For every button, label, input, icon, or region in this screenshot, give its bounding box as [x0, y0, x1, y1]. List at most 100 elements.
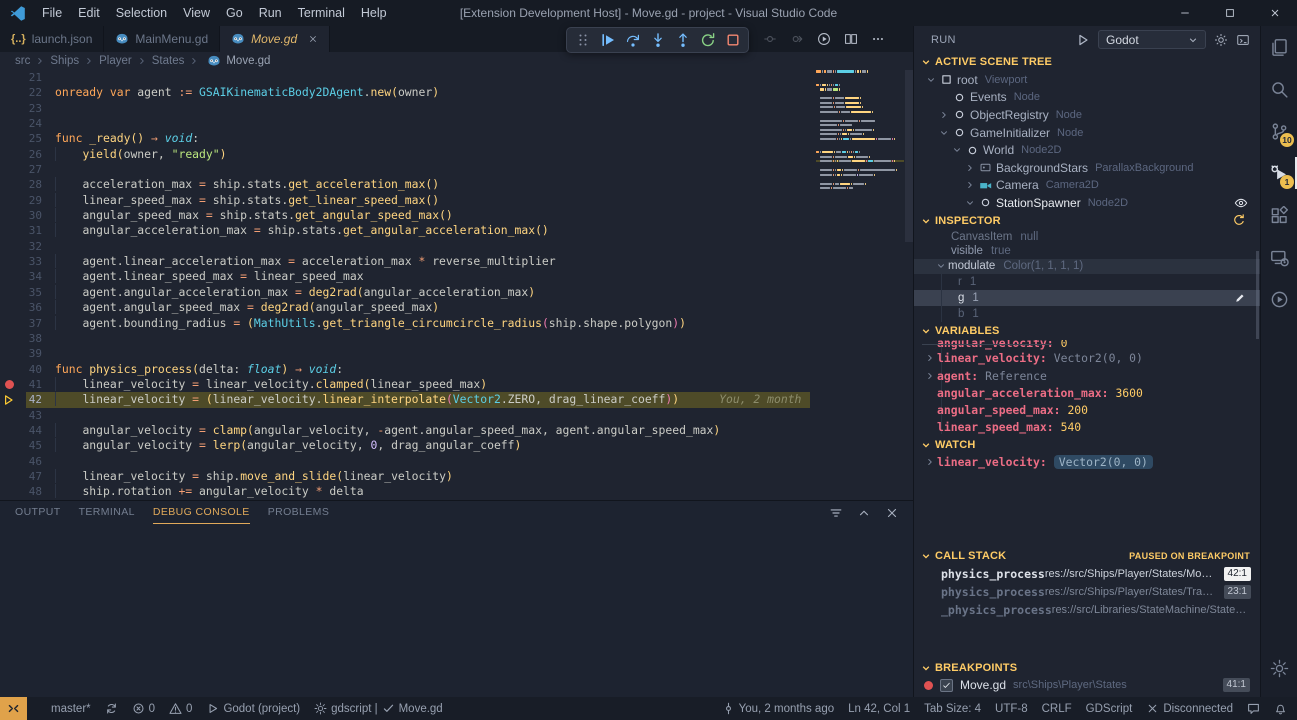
variable-angular_speed_max[interactable]: angular_speed_max:200 — [914, 401, 1260, 418]
restart-button[interactable] — [695, 29, 720, 51]
code-line-21[interactable]: 21 — [0, 70, 913, 85]
inspector-row-g[interactable]: g1 — [914, 290, 1260, 306]
panel-tab-debug-console[interactable]: DEBUG CONSOLE — [153, 501, 250, 524]
code-line-35[interactable]: 35 agent.angular_acceleration_max = deg2… — [0, 285, 913, 300]
scene-node-StationSpawner[interactable]: StationSpawnerNode2D — [914, 194, 1260, 212]
stack-frame-_physics_process[interactable]: _physics_processres://src/Libraries/Stat… — [914, 601, 1260, 619]
chevron-right-icon[interactable] — [922, 371, 937, 381]
debug-settings-gear-icon[interactable] — [1214, 33, 1228, 47]
panel-tab-problems[interactable]: PROBLEMS — [268, 501, 330, 524]
maximize-panel-icon[interactable] — [857, 506, 871, 520]
code-line-23[interactable]: 23 — [0, 101, 913, 116]
breakpoint-dot[interactable] — [5, 380, 14, 389]
menu-view[interactable]: View — [175, 0, 218, 26]
status-item[interactable]: GDScript — [1086, 697, 1133, 720]
code-line-48[interactable]: 48 ship.rotation += angular_velocity * d… — [0, 484, 913, 499]
scene-node-GameInitializer[interactable]: GameInitializerNode — [914, 124, 1260, 142]
menu-edit[interactable]: Edit — [70, 0, 108, 26]
stop-button[interactable] — [720, 29, 745, 51]
scene-node-Camera[interactable]: CameraCamera2D — [914, 177, 1260, 195]
code-line-27[interactable]: 27 — [0, 162, 913, 177]
code-line-42[interactable]: 42 linear_velocity = (linear_velocity.li… — [0, 392, 913, 407]
start-debugging-button[interactable] — [1076, 33, 1090, 47]
code-line-31[interactable]: 31 angular_acceleration_max = ship.stats… — [0, 223, 913, 238]
inspector-row-visible[interactable]: visibletrue — [914, 243, 1260, 259]
code-line-44[interactable]: 44 angular_velocity = clamp(angular_velo… — [0, 423, 913, 438]
inspector-row-modulate[interactable]: modulateColor(1, 1, 1, 1) — [914, 259, 1260, 275]
launch-config-dropdown[interactable]: Godot — [1098, 30, 1206, 49]
gutter-margin[interactable] — [0, 380, 18, 389]
menu-go[interactable]: Go — [218, 0, 251, 26]
stepout-button[interactable] — [670, 29, 695, 51]
code-editor[interactable]: 2122onready var agent := GSAIKinematicBo… — [0, 70, 913, 500]
panel-tab-output[interactable]: OUTPUT — [15, 501, 61, 524]
scene-node-BackgroundStars[interactable]: BackgroundStarsParallaxBackground — [914, 159, 1260, 177]
panel-tab-terminal[interactable]: TERMINAL — [79, 501, 135, 524]
code-line-46[interactable]: 46 — [0, 454, 913, 469]
code-line-39[interactable]: 39 — [0, 346, 913, 361]
code-line-32[interactable]: 32 — [0, 239, 913, 254]
refresh-icon[interactable] — [1232, 213, 1246, 227]
menu-help[interactable]: Help — [353, 0, 395, 26]
status-item[interactable]: UTF-8 — [995, 697, 1028, 720]
code-line-43[interactable]: 43 — [0, 408, 913, 423]
code-line-25[interactable]: 25func _ready() → void: — [0, 131, 913, 146]
status-item[interactable] — [0, 697, 27, 720]
status-item[interactable]: CRLF — [1042, 697, 1072, 720]
runcircle-action-icon[interactable] — [817, 32, 831, 46]
tab-MainMenu.gd[interactable]: MainMenu.gd — [104, 26, 220, 52]
inspector-row-b[interactable]: b1 — [914, 306, 1260, 322]
code-line-36[interactable]: 36 agent.angular_speed_max = deg2rad(ang… — [0, 300, 913, 315]
stepinto-button[interactable] — [645, 29, 670, 51]
chevron-down-icon[interactable] — [937, 128, 951, 138]
stack-frame-physics_process[interactable]: physics_processres://src/Ships/Player/St… — [914, 583, 1260, 601]
activity-test[interactable] — [1261, 278, 1297, 320]
status-item[interactable]: master* — [47, 697, 91, 720]
code-line-41[interactable]: 41 linear_velocity = linear_velocity.cla… — [0, 377, 913, 392]
more-action-icon[interactable] — [871, 32, 885, 46]
status-item[interactable] — [1247, 697, 1260, 720]
code-line-22[interactable]: 22onready var agent := GSAIKinematicBody… — [0, 85, 913, 100]
minimap[interactable] — [816, 66, 904, 246]
code-line-24[interactable]: 24 — [0, 116, 913, 131]
breakpoint-checkbox[interactable] — [940, 679, 953, 692]
breadcrumb-item[interactable]: Ships — [50, 55, 79, 67]
tab-launch.json[interactable]: {..}launch.json — [0, 26, 104, 52]
continue-button[interactable] — [595, 29, 620, 51]
scene-node-Events[interactable]: EventsNode — [914, 89, 1260, 107]
stepover-button[interactable] — [620, 29, 645, 51]
code-line-26[interactable]: 26 yield(owner, "ready") — [0, 147, 913, 162]
section-inspector[interactable]: INSPECTOR — [914, 212, 1260, 230]
chevron-down-icon[interactable] — [924, 75, 938, 85]
variable-linear_speed_max[interactable]: linear_speed_max:540 — [914, 418, 1260, 435]
status-item[interactable]: You, 2 months ago — [722, 697, 834, 720]
section-call-stack[interactable]: CALL STACK PAUSED ON BREAKPOINT — [914, 547, 1260, 565]
close-tab-icon[interactable] — [308, 34, 318, 44]
inspector-row-CanvasItem[interactable]: CanvasItemnull — [914, 230, 1260, 243]
code-line-38[interactable]: 38 — [0, 331, 913, 346]
code-line-45[interactable]: 45 angular_velocity = lerp(angular_veloc… — [0, 438, 913, 453]
scene-node-ObjectRegistry[interactable]: ObjectRegistryNode — [914, 106, 1260, 124]
close-window-button[interactable] — [1252, 0, 1297, 26]
filter-icon[interactable] — [829, 506, 843, 520]
watch-linear_velocity[interactable]: linear_velocity:Vector2(0, 0) — [914, 454, 1260, 471]
breakpoint-row-Move.gd[interactable]: Move.gdsrc\Ships\Player\States41:1 — [914, 677, 1260, 694]
chevron-right-icon[interactable] — [922, 353, 937, 363]
chevron-right-icon[interactable] — [963, 180, 977, 190]
eye-icon[interactable] — [1234, 196, 1248, 210]
maximize-button[interactable] — [1207, 0, 1252, 26]
menu-terminal[interactable]: Terminal — [290, 0, 353, 26]
menu-selection[interactable]: Selection — [108, 0, 175, 26]
status-item[interactable]: 0 — [132, 697, 155, 720]
status-item[interactable]: Disconnected — [1146, 697, 1233, 720]
chevron-right-icon[interactable] — [937, 110, 951, 120]
tab-Move.gd[interactable]: Move.gd — [220, 26, 330, 52]
status-item[interactable] — [1274, 697, 1287, 720]
breadcrumb-item[interactable]: States — [152, 55, 185, 67]
gutter-margin[interactable] — [0, 394, 18, 406]
status-item[interactable] — [105, 697, 118, 720]
section-watch[interactable]: WATCH — [914, 436, 1260, 454]
activity-remote[interactable] — [1261, 236, 1297, 278]
scene-node-World[interactable]: WorldNode2D — [914, 141, 1260, 159]
activity-extensions[interactable] — [1261, 194, 1297, 236]
